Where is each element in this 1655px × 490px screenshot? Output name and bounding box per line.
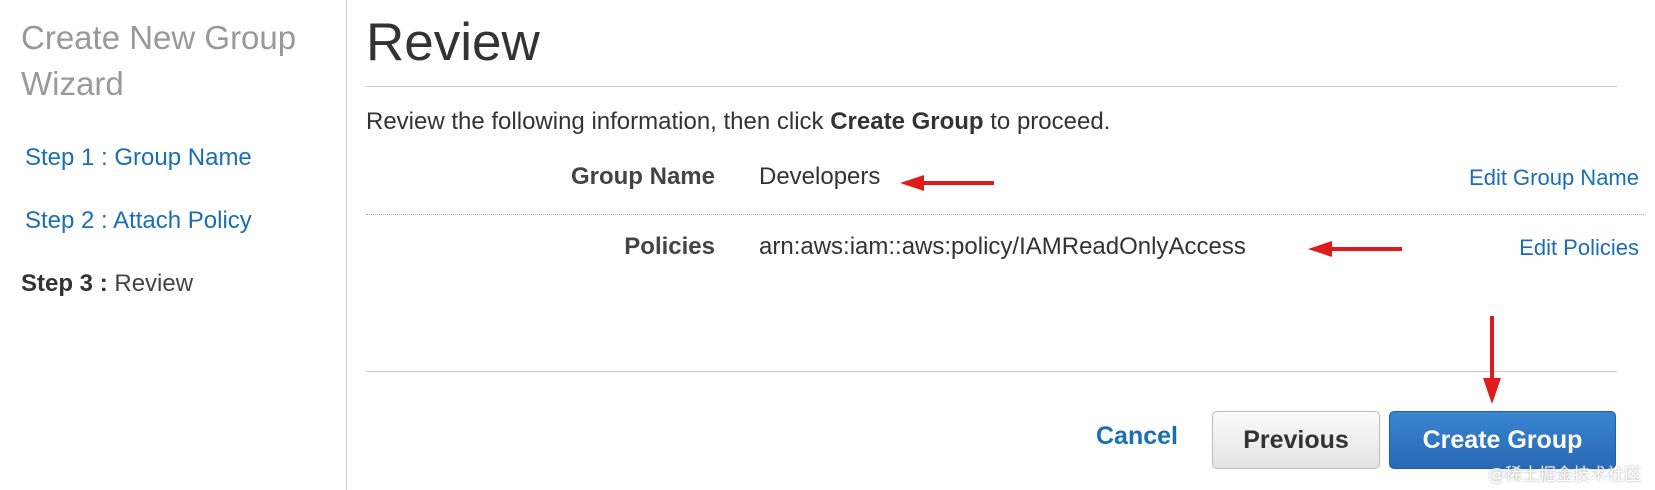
annotation-arrow-icon <box>900 175 994 191</box>
row-divider <box>366 214 1644 215</box>
page-title: Review <box>366 13 540 72</box>
previous-button[interactable]: Previous <box>1212 411 1380 469</box>
cancel-link[interactable]: Cancel <box>1096 422 1178 451</box>
group-name-label: Group Name <box>570 163 715 190</box>
step-3-label: Review <box>114 270 194 297</box>
review-instruction: Review the following information, then c… <box>366 108 1110 136</box>
instruction-after: to proceed. <box>983 108 1111 135</box>
wizard-sidebar: Create New Group Wizard Step 1 : Group N… <box>0 0 347 490</box>
step-1-group-name-link[interactable]: Step 1 : Group Name <box>25 144 252 172</box>
watermark: @稀土掘金技术社区 <box>1488 465 1641 485</box>
policies-value: arn:aws:iam::aws:policy/IAMReadOnlyAcces… <box>759 233 1246 260</box>
title-divider <box>366 86 1617 87</box>
annotation-arrow-icon <box>1308 241 1402 257</box>
step-3-prefix: Step 3 : <box>21 270 108 297</box>
step-3-review-current: Step 3 : Review <box>21 270 193 298</box>
edit-policies-link[interactable]: Edit Policies <box>1519 235 1639 261</box>
annotation-arrow-down-icon <box>1483 316 1501 404</box>
instruction-before: Review the following information, then c… <box>366 108 831 135</box>
step-2-attach-policy-link[interactable]: Step 2 : Attach Policy <box>25 207 252 235</box>
wizard-title: Create New Group Wizard <box>21 19 297 102</box>
edit-group-name-link[interactable]: Edit Group Name <box>1469 165 1639 191</box>
instruction-bold: Create Group <box>830 108 984 135</box>
policies-label: Policies <box>624 233 715 260</box>
footer-divider <box>366 371 1617 372</box>
group-name-value: Developers <box>759 163 881 190</box>
